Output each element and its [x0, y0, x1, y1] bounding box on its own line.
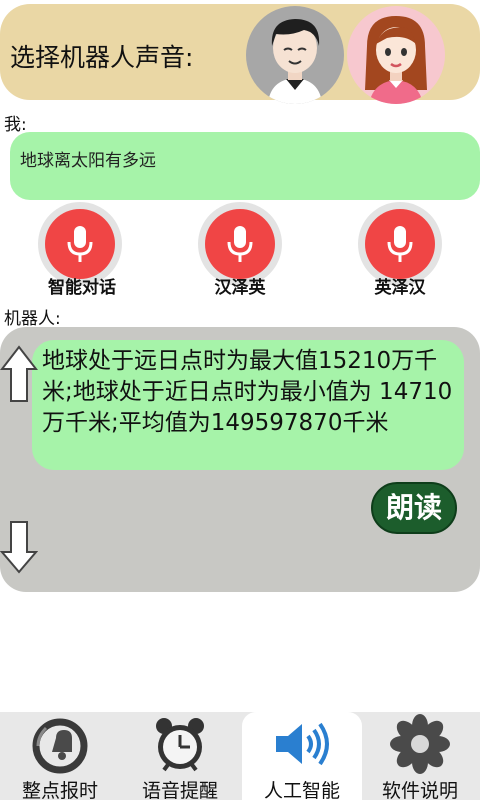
female-voice-avatar[interactable]: [347, 6, 445, 104]
tab-label-hourly-chime: 整点报时: [21, 780, 98, 800]
answer-text: 地球处于远日点时为最大值15210万千米;地球处于近日点时为最小值为 14710…: [42, 348, 453, 436]
user-label: 我:: [4, 115, 27, 135]
question-text: 地球离太阳有多远: [20, 151, 156, 171]
mode-label-smart-chat: 智能对话: [48, 278, 116, 298]
flower-info-icon: [390, 714, 450, 774]
microphone-icon: [387, 226, 413, 262]
answer-bubble: 地球处于远日点时为最大值15210万千米;地球处于近日点时为最小值为 14710…: [32, 340, 464, 470]
tab-software-info[interactable]: 软件说明: [360, 712, 480, 800]
alarm-clock-icon: [156, 718, 204, 772]
bottom-tab-bar: 整点报时 语音提醒 人工智能 软件说明: [0, 712, 480, 800]
tab-label-artificial-intelligence: 人工智能: [263, 780, 340, 800]
mode-label-en-to-zh: 英泽汉: [374, 278, 426, 298]
scroll-up-arrow-icon[interactable]: [0, 345, 38, 403]
female-avatar-icon: [365, 16, 427, 104]
tab-label-voice-reminder: 语音提醒: [141, 780, 218, 800]
speaker-icon: [276, 722, 329, 766]
male-avatar-icon: [268, 19, 322, 104]
mode-label-zh-to-en: 汉泽英: [214, 278, 266, 298]
scroll-down-arrow-icon[interactable]: [0, 520, 38, 574]
clock-bell-icon: [32, 718, 88, 774]
robot-label: 机器人:: [4, 309, 61, 329]
tab-label-software-info: 软件说明: [381, 780, 458, 800]
voice-selector-title: 选择机器人声音:: [10, 43, 194, 72]
male-voice-avatar[interactable]: [246, 6, 344, 104]
question-bubble[interactable]: 地球离太阳有多远: [10, 132, 480, 200]
tab-voice-reminder[interactable]: 语音提醒: [120, 712, 240, 800]
tab-artificial-intelligence[interactable]: 人工智能: [242, 712, 362, 800]
read-aloud-button[interactable]: 朗读: [371, 482, 457, 534]
microphone-icon: [227, 226, 253, 262]
microphone-icon: [67, 226, 93, 262]
tab-hourly-chime[interactable]: 整点报时: [0, 712, 120, 800]
